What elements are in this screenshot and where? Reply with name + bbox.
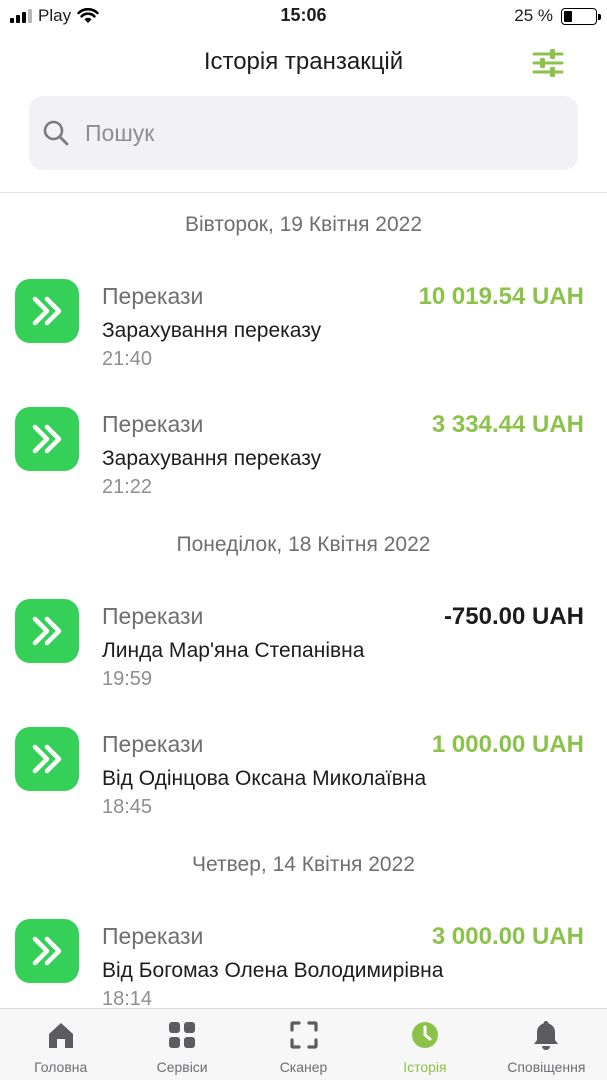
transaction-time: 21:40 (102, 348, 153, 370)
page-title: Історія транзакцій (203, 48, 404, 75)
search-input[interactable] (85, 119, 525, 147)
transaction-category: Перекази (102, 283, 204, 309)
date-header: Четвер, 14 Квітня 2022 (192, 853, 415, 876)
transaction-row[interactable]: Перекази Від Богомаз Олена Володимирівна 1… (0, 897, 607, 1008)
tab-history[interactable]: Історія (364, 1009, 485, 1080)
transaction-description: Від Богомаз Олена Володимирівна (102, 959, 444, 982)
scanner-icon (289, 1021, 318, 1049)
transaction-amount: 1 000.00 UAH (431, 731, 584, 758)
filter-button[interactable] (531, 46, 565, 80)
bell-icon (534, 1021, 559, 1050)
transfer-icon (32, 424, 62, 454)
date-header: Понеділок, 18 Квітня 2022 (176, 533, 431, 556)
grid-icon (169, 1022, 196, 1048)
search-bar[interactable] (29, 96, 578, 170)
transaction-row[interactable]: Перекази Линда Мар'яна Степанівна 19:59 -75… (0, 577, 607, 705)
date-header: Вівторок, 19 Квітня 2022 (184, 213, 423, 236)
transaction-list[interactable]: Вівторок, 19 Квітня 2022 Перекази Зарахува… (0, 193, 607, 1008)
transaction-icon (15, 919, 79, 983)
transaction-amount: 10 019.54 UAH (418, 283, 584, 310)
tab-grid[interactable]: Сервіси (121, 1009, 242, 1080)
transaction-category: Перекази (102, 731, 204, 757)
tab-label: Сервіси (156, 1059, 208, 1075)
transaction-icon (15, 279, 79, 343)
tab-bell[interactable]: Сповіщення (486, 1009, 607, 1080)
transaction-icon (15, 599, 79, 663)
transaction-description: Зарахування переказу (102, 447, 322, 470)
transaction-row[interactable]: Перекази Від Одінцова Оксана Миколаївна 18… (0, 705, 607, 833)
transaction-time: 18:45 (102, 796, 153, 818)
transfer-icon (32, 296, 62, 326)
transaction-row[interactable]: Перекази Зарахування переказу 21:22 3 334.4… (0, 385, 607, 513)
transaction-amount: -750.00 UAH (443, 603, 584, 630)
transaction-amount: 3 334.44 UAH (431, 411, 584, 438)
transaction-category: Перекази (102, 923, 204, 949)
tab-label: Історія (403, 1059, 447, 1075)
tab-scanner[interactable]: Сканер (243, 1009, 364, 1080)
filter-icon (532, 49, 564, 77)
history-icon (411, 1022, 438, 1048)
transaction-icon (15, 727, 79, 791)
header: Історія транзакцій (0, 40, 607, 86)
status-right: 25 % (514, 6, 601, 26)
transfer-icon (32, 744, 62, 774)
status-bar: Play 15:06 25 % (0, 0, 607, 32)
transaction-category: Перекази (102, 411, 204, 437)
battery-icon (561, 7, 601, 25)
transaction-time: 21:22 (102, 476, 153, 498)
transaction-description: Линда Мар'яна Степанівна (102, 639, 365, 662)
tab-label: Сканер (279, 1059, 328, 1075)
transaction-time: 18:14 (102, 988, 153, 1008)
tab-label: Головна (34, 1059, 88, 1075)
battery-percent: 25 % (514, 6, 553, 25)
transaction-category: Перекази (102, 603, 204, 629)
transaction-amount: 3 000.00 UAH (431, 923, 584, 950)
home-icon (48, 1023, 73, 1048)
transaction-description: Від Одінцова Оксана Миколаївна (102, 767, 427, 790)
transaction-row[interactable]: Перекази Зарахування переказу 21:40 10 019.… (0, 257, 607, 385)
search-icon (43, 120, 69, 146)
tab-bar: Головна Сервіси Сканер Історія Сповіщення (0, 1008, 607, 1080)
tab-home[interactable]: Головна (0, 1009, 121, 1080)
transaction-description: Зарахування переказу (102, 319, 322, 342)
transaction-icon (15, 407, 79, 471)
transfer-icon (32, 936, 62, 966)
transfer-icon (32, 616, 62, 646)
tab-label: Сповіщення (507, 1059, 586, 1075)
transaction-time: 19:59 (102, 668, 153, 690)
